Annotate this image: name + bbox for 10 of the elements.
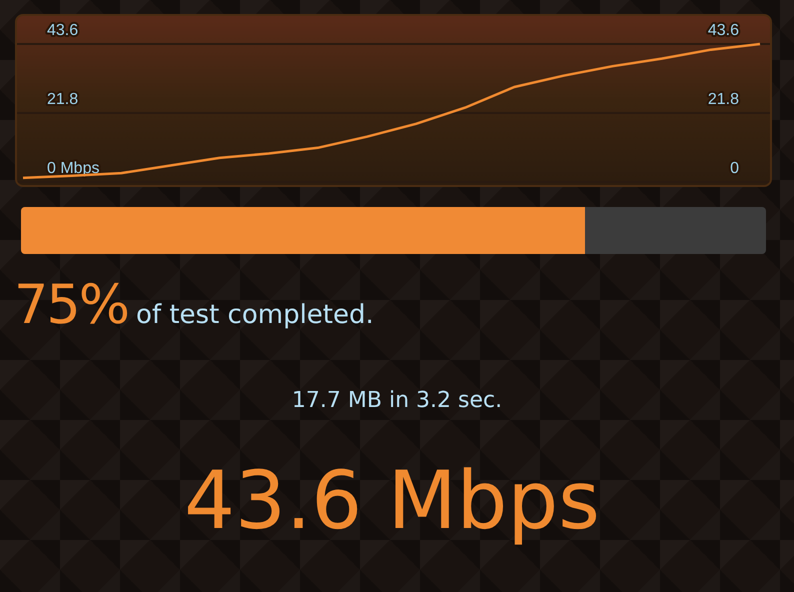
percent-value: 75%: [14, 278, 128, 332]
transfer-summary: 17.7 MB in 3.2 sec.: [292, 388, 502, 413]
y-axis-label: 21.8: [47, 91, 78, 108]
y-axis-label: 43.6: [47, 22, 78, 39]
percent-caption: of test completed.: [136, 300, 374, 330]
y-axis-label: 21.8: [708, 91, 739, 108]
y-axis-label: 0: [730, 160, 739, 177]
speed-result: 43.6 Mbps: [184, 454, 600, 547]
y-axis-label: 0 Mbps: [47, 160, 100, 177]
y-axis-label: 43.6: [708, 22, 739, 39]
